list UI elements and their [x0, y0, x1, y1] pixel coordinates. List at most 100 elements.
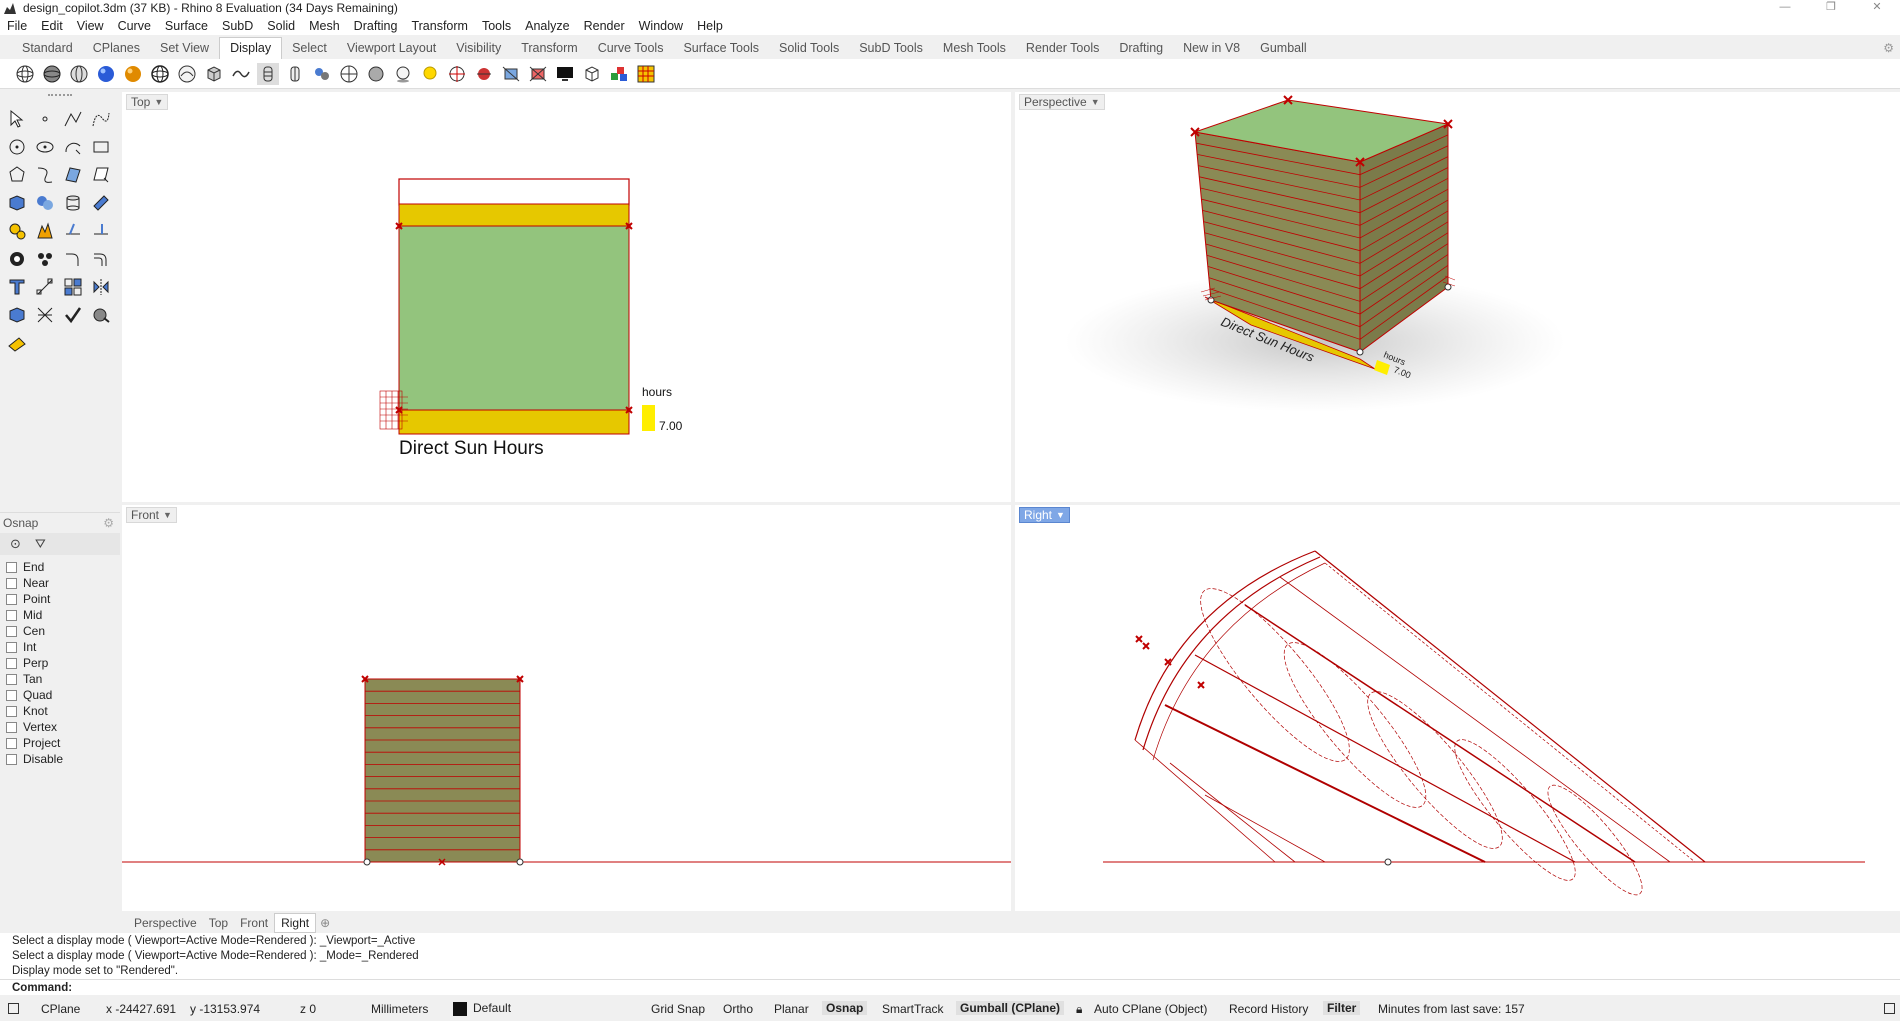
minimize-button[interactable]: —: [1762, 0, 1808, 16]
osnap-item-disable[interactable]: Disable: [6, 751, 120, 767]
chevron-down-icon[interactable]: ▼: [154, 97, 163, 107]
status-layer[interactable]: Default: [453, 1001, 511, 1016]
cplane-grid-icon[interactable]: [338, 63, 360, 85]
viewport-front[interactable]: Front ▼: [122, 505, 1011, 911]
circle-icon[interactable]: [4, 134, 30, 160]
check-icon[interactable]: [60, 302, 86, 328]
surface-icon[interactable]: [60, 162, 86, 188]
gear-icon[interactable]: ⚙: [1883, 41, 1894, 55]
filter-icon[interactable]: ⛛: [35, 536, 46, 552]
palette-grip[interactable]: [48, 94, 72, 98]
menu-solid[interactable]: Solid: [260, 19, 302, 33]
status-units[interactable]: Millimeters: [371, 1002, 428, 1016]
cylinder-icon[interactable]: [60, 190, 86, 216]
checkbox-perp[interactable]: [6, 657, 17, 669]
tab-visibility[interactable]: Visibility: [446, 38, 511, 59]
gear-icon[interactable]: ⚙: [103, 516, 114, 530]
checkbox-quad[interactable]: [6, 689, 17, 701]
menu-analyze[interactable]: Analyze: [518, 19, 576, 33]
gear-tool-icon[interactable]: [4, 218, 30, 244]
tab-viewport-layout[interactable]: Viewport Layout: [337, 38, 446, 59]
technical-sphere-icon[interactable]: [149, 63, 171, 85]
menu-curve[interactable]: Curve: [111, 19, 158, 33]
perspective-scene[interactable]: Direct Sun Hours hours 7.00: [1015, 92, 1900, 502]
rendered-sphere-icon[interactable]: [95, 63, 117, 85]
viewport-label-front[interactable]: Front ▼: [126, 507, 177, 523]
viewport-right[interactable]: Right ▼: [1015, 505, 1900, 911]
crop-icon[interactable]: [527, 63, 549, 85]
vp-tab-perspective[interactable]: Perspective: [128, 914, 203, 932]
light-bulb-icon[interactable]: [419, 63, 441, 85]
split-icon[interactable]: [88, 218, 114, 244]
menu-window[interactable]: Window: [632, 19, 690, 33]
color-cubes-icon[interactable]: [608, 63, 630, 85]
menu-file[interactable]: File: [0, 19, 34, 33]
polygon-icon[interactable]: [4, 162, 30, 188]
checkbox-end[interactable]: [6, 561, 17, 573]
ghosted-sphere-icon[interactable]: [68, 63, 90, 85]
panel-toggle-icon[interactable]: [8, 1003, 19, 1017]
osnap-item-cen[interactable]: Cen: [6, 623, 120, 639]
osnap-item-tan[interactable]: Tan: [6, 671, 120, 687]
tab-curve-tools[interactable]: Curve Tools: [588, 38, 674, 59]
tab-render-tools[interactable]: Render Tools: [1016, 38, 1109, 59]
tab-set-view[interactable]: Set View: [150, 38, 219, 59]
front-view-scene[interactable]: [122, 505, 1011, 911]
target-icon[interactable]: [446, 63, 468, 85]
checkbox-vertex[interactable]: [6, 721, 17, 733]
artistic-sphere-icon[interactable]: [176, 63, 198, 85]
viewport-perspective[interactable]: Direct Sun Hours hours 7.00 Perspective …: [1015, 92, 1900, 502]
menu-transform[interactable]: Transform: [404, 19, 475, 33]
tab-subd-tools[interactable]: SubD Tools: [849, 38, 933, 59]
osnap-settings-icon[interactable]: ⊙: [10, 536, 21, 552]
extrude-icon[interactable]: [88, 190, 114, 216]
xray-box-icon[interactable]: [203, 63, 225, 85]
viewport-label-top[interactable]: Top ▼: [126, 94, 169, 110]
status-gumball[interactable]: Gumball (CPlane): [956, 1001, 1065, 1015]
osnap-item-knot[interactable]: Knot: [6, 703, 120, 719]
menu-surface[interactable]: Surface: [158, 19, 215, 33]
point-icon[interactable]: [32, 106, 58, 132]
panel-toggle-right-icon[interactable]: [1884, 1003, 1895, 1017]
shade-toggle-icon[interactable]: [284, 63, 306, 85]
viewport-label-perspective[interactable]: Perspective ▼: [1019, 94, 1105, 110]
osnap-item-near[interactable]: Near: [6, 575, 120, 591]
menu-subd[interactable]: SubD: [215, 19, 260, 33]
viewport-label-right[interactable]: Right ▼: [1019, 507, 1070, 523]
analyze-icon[interactable]: [88, 302, 114, 328]
maximize-button[interactable]: ❐: [1808, 0, 1854, 16]
isocurve-icon[interactable]: [257, 62, 279, 85]
menu-drafting[interactable]: Drafting: [347, 19, 405, 33]
tab-transform[interactable]: Transform: [511, 38, 588, 59]
curve-icon[interactable]: [88, 106, 114, 132]
menu-tools[interactable]: Tools: [475, 19, 518, 33]
vp-tab-front[interactable]: Front: [234, 914, 274, 932]
osnap-item-mid[interactable]: Mid: [6, 607, 120, 623]
tab-drafting[interactable]: Drafting: [1109, 38, 1173, 59]
status-filter[interactable]: Filter: [1323, 1001, 1361, 1015]
checkbox-tan[interactable]: [6, 673, 17, 685]
menu-mesh[interactable]: Mesh: [302, 19, 347, 33]
chevron-down-icon[interactable]: ▼: [163, 510, 172, 520]
command-input[interactable]: [76, 981, 1900, 994]
close-button[interactable]: ✕: [1854, 0, 1900, 16]
status-smarttrack[interactable]: SmartTrack: [882, 1002, 944, 1016]
osnap-item-point[interactable]: Point: [6, 591, 120, 607]
checkbox-int[interactable]: [6, 641, 17, 653]
free-curve-icon[interactable]: [32, 162, 58, 188]
tab-mesh-tools[interactable]: Mesh Tools: [933, 38, 1016, 59]
vp-tab-top[interactable]: Top: [203, 914, 234, 932]
top-view-scene[interactable]: Direct Sun Hours hours 7.00: [122, 92, 1011, 502]
tab-standard[interactable]: Standard: [12, 38, 83, 59]
status-cplane[interactable]: CPlane: [41, 1002, 80, 1016]
rectangle-icon[interactable]: [88, 134, 114, 160]
shadow-sphere-icon[interactable]: [392, 63, 414, 85]
offset-icon[interactable]: [88, 246, 114, 272]
text-icon[interactable]: [4, 274, 30, 300]
clipping-plane-icon[interactable]: [500, 63, 522, 85]
status-planar[interactable]: Planar: [774, 1002, 809, 1016]
tab-cplanes[interactable]: CPlanes: [83, 38, 150, 59]
dimension-icon[interactable]: [32, 274, 58, 300]
menu-edit[interactable]: Edit: [34, 19, 70, 33]
polyline-icon[interactable]: [60, 106, 86, 132]
